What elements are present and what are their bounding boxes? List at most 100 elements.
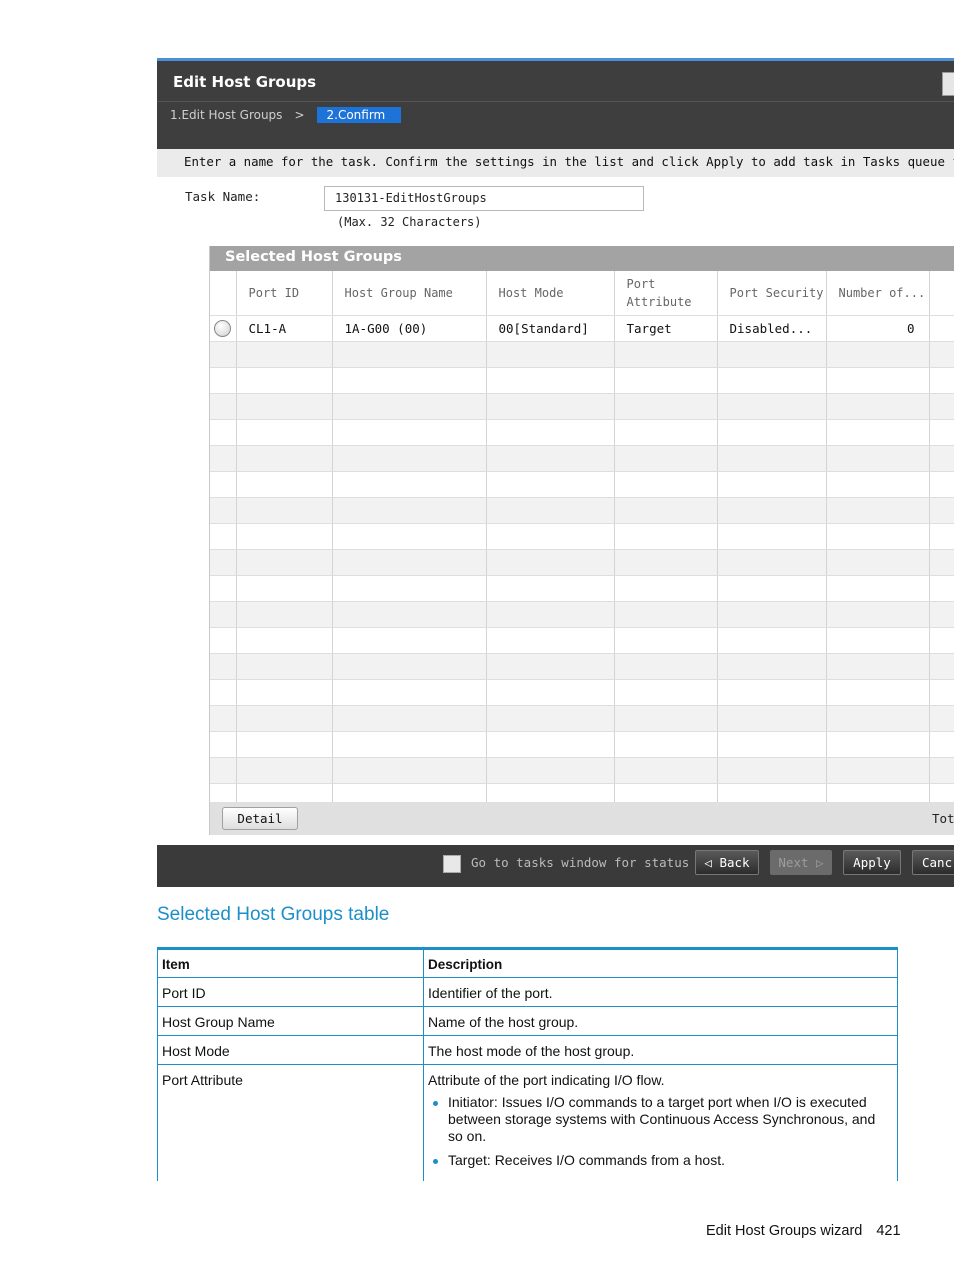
empty-cell	[486, 731, 615, 758]
empty-cell	[826, 575, 930, 602]
empty-row	[210, 731, 954, 758]
empty-cell	[929, 523, 954, 550]
empty-cell	[614, 445, 718, 472]
edit-host-groups-window: Edit Host Groups 1.Edit Host Groups > 2.…	[157, 58, 954, 887]
table-cell: 00[Standard]	[486, 315, 615, 342]
step-edit-host-groups[interactable]: 1.Edit Host Groups	[170, 108, 282, 122]
empty-row	[210, 471, 954, 498]
empty-cell	[826, 523, 930, 550]
empty-cell	[717, 523, 827, 550]
empty-cell	[210, 757, 237, 784]
empty-cell	[826, 471, 930, 498]
column-header[interactable]: Number of...	[826, 271, 930, 316]
empty-cell	[486, 445, 615, 472]
panel-title: Selected Host Groups	[225, 249, 402, 265]
empty-cell	[929, 393, 954, 420]
empty-row	[210, 757, 954, 784]
empty-cell	[614, 601, 718, 628]
list-item: Initiator: Issues I/O commands to a targ…	[433, 1094, 893, 1145]
apply-button[interactable]: Apply	[843, 850, 901, 875]
empty-cell	[717, 601, 827, 628]
cancel-button[interactable]: Canc	[912, 850, 954, 875]
empty-cell	[717, 419, 827, 446]
empty-cell	[826, 549, 930, 576]
empty-cell	[486, 497, 615, 524]
table-cell: 1A-G00 (00)	[332, 315, 487, 342]
empty-cell	[210, 523, 237, 550]
empty-cell	[332, 575, 487, 602]
item-cell: Host Mode	[157, 1035, 424, 1065]
empty-cell	[332, 627, 487, 654]
table-row: Port ID Identifier of the port.	[157, 977, 898, 1007]
host-groups-grid: Port ID Host Group Name Host Mode Port A…	[210, 271, 954, 810]
table-row: Port Attribute Attribute of the port ind…	[157, 1064, 898, 1181]
empty-cell	[210, 575, 237, 602]
radio-button[interactable]	[214, 320, 231, 337]
empty-cell	[929, 367, 954, 394]
empty-cell	[486, 575, 615, 602]
next-button: Next ▷	[770, 850, 832, 875]
empty-cell	[236, 523, 333, 550]
column-header[interactable]: Port ID	[236, 271, 333, 316]
description-cell: Identifier of the port.	[423, 977, 898, 1007]
empty-cell	[486, 419, 615, 446]
empty-row	[210, 601, 954, 628]
footer-text: Edit Host Groups wizard	[706, 1223, 863, 1239]
column-header[interactable]: Port Attribute	[614, 271, 718, 316]
empty-cell	[486, 627, 615, 654]
empty-cell	[614, 757, 718, 784]
page-number: 421	[876, 1223, 901, 1239]
empty-cell	[717, 549, 827, 576]
window-control-icon[interactable]	[942, 72, 954, 96]
table-row[interactable]: CL1-A 1A-G00 (00) 00[Standard] Target Di…	[210, 315, 954, 342]
page-footer: Edit Host Groups wizard 421	[706, 1223, 901, 1239]
empty-cell	[236, 419, 333, 446]
empty-cell	[614, 653, 718, 680]
empty-cell	[826, 757, 930, 784]
empty-cell	[236, 471, 333, 498]
column-header[interactable]: Host Mode	[486, 271, 615, 316]
empty-cell	[717, 471, 827, 498]
empty-cell	[332, 601, 487, 628]
empty-cell	[929, 731, 954, 758]
empty-cell	[236, 367, 333, 394]
column-header[interactable]: Host Group Name	[332, 271, 487, 316]
grid-footer: Detail Tot	[210, 802, 954, 835]
empty-cell	[236, 705, 333, 732]
empty-cell	[826, 601, 930, 628]
empty-cell	[236, 497, 333, 524]
empty-cell	[717, 445, 827, 472]
empty-cell	[332, 393, 487, 420]
go-to-tasks-checkbox[interactable]	[443, 855, 461, 873]
task-name-input[interactable]: 130131-EditHostGroups	[324, 186, 644, 211]
header-divider	[157, 101, 954, 102]
empty-cell	[614, 367, 718, 394]
go-to-tasks-label: Go to tasks window for status	[471, 855, 690, 870]
detail-button[interactable]: Detail	[222, 807, 298, 830]
instruction-bar: Enter a name for the task. Confirm the s…	[157, 149, 954, 177]
item-cell: Port ID	[157, 977, 424, 1007]
empty-cell	[236, 757, 333, 784]
instruction-text: Enter a name for the task. Confirm the s…	[184, 154, 954, 169]
table-cell: Target	[614, 315, 718, 342]
table-cell: CL1-A	[236, 315, 333, 342]
chevron-left-icon: ◁	[704, 855, 720, 870]
task-name-hint: (Max. 32 Characters)	[337, 215, 482, 229]
back-button[interactable]: ◁ Back	[695, 850, 759, 875]
empty-cell	[717, 731, 827, 758]
chevron-right-icon: ▷	[808, 855, 824, 870]
empty-cell	[486, 471, 615, 498]
empty-cell	[929, 627, 954, 654]
row-select-cell[interactable]	[210, 315, 237, 342]
empty-cell	[486, 679, 615, 706]
description-cell: The host mode of the host group.	[423, 1035, 898, 1065]
empty-cell	[929, 679, 954, 706]
empty-cell	[210, 341, 237, 368]
bullet-list: Initiator: Issues I/O commands to a targ…	[428, 1094, 893, 1169]
empty-cell	[210, 601, 237, 628]
empty-cell	[614, 523, 718, 550]
total-label: Tot	[932, 811, 954, 826]
column-header[interactable]: Port Security	[717, 271, 827, 316]
empty-row	[210, 549, 954, 576]
item-cell: Port Attribute	[157, 1064, 424, 1181]
